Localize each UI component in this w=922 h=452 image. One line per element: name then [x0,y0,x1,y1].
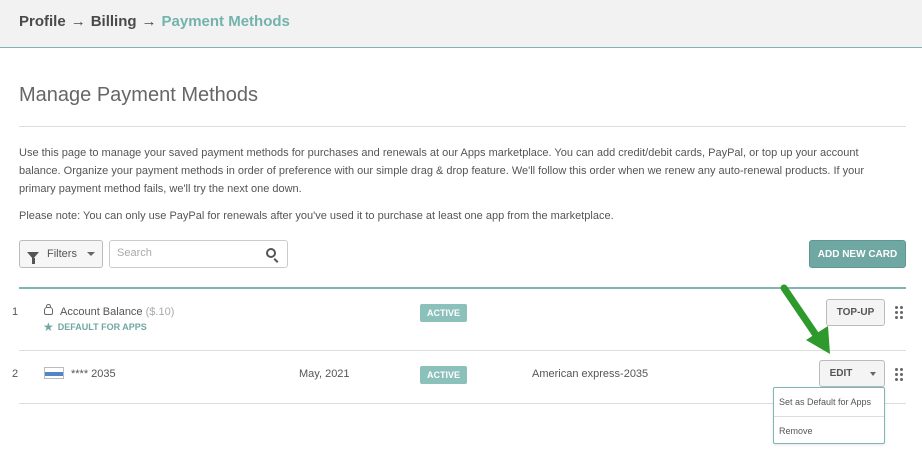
default-for-apps-tag: ★ DEFAULT FOR APPS [43,320,147,334]
chevron-down-icon[interactable] [862,360,885,387]
table-top-border [19,287,906,289]
breadcrumb: Profile → Billing → Payment Methods [19,13,290,30]
edit-dropdown-menu: Set as Default for Apps Remove [773,387,885,444]
amex-card-icon [44,367,64,379]
search-input[interactable] [117,247,257,259]
status-badge: ACTIVE [420,366,468,384]
status-badge: ACTIVE [420,304,468,322]
payment-method-name: **** 2035 [71,368,116,380]
row-index: 2 [12,368,19,380]
top-bar: Profile → Billing → Payment Methods [0,0,922,48]
filters-label: Filters [47,248,77,260]
money-bag-icon [44,304,53,315]
breadcrumb-current: Payment Methods [161,13,290,30]
add-new-card-button[interactable]: ADD NEW CARD [809,240,906,268]
card-expiry: May, 2021 [299,368,350,380]
star-icon: ★ [43,320,54,334]
page-title: Manage Payment Methods [19,84,259,106]
breadcrumb-separator: → [70,13,86,30]
arrow-icon [780,284,830,354]
paypal-note: Please note: You can only use PayPal for… [19,210,614,222]
drag-handle-icon[interactable] [895,368,905,382]
menu-item-remove[interactable]: Remove [779,426,813,436]
filters-button[interactable]: Filters [19,240,103,268]
breadcrumb-billing[interactable]: Billing [91,13,137,30]
card-label: American express-2035 [532,368,649,380]
row-divider [19,350,906,351]
chevron-down-icon [86,252,95,256]
menu-item-set-default[interactable]: Set as Default for Apps [779,397,871,407]
menu-divider [774,416,884,417]
search-icon[interactable] [266,248,276,258]
breadcrumb-profile[interactable]: Profile [19,13,66,30]
balance-amount: ($.10) [145,306,175,318]
funnel-icon [27,251,39,264]
page-description: Use this page to manage your saved payme… [19,147,865,195]
row-index: 1 [12,306,19,318]
account-balance-name: Account Balance ($.10) [60,306,174,318]
drag-handle-icon[interactable] [895,306,905,320]
edit-button[interactable]: EDIT [819,360,863,387]
title-divider [19,126,906,127]
breadcrumb-separator: → [141,13,157,30]
payment-method-name: Account Balance [60,306,143,318]
search-box [109,240,288,268]
default-label: DEFAULT FOR APPS [57,322,147,332]
